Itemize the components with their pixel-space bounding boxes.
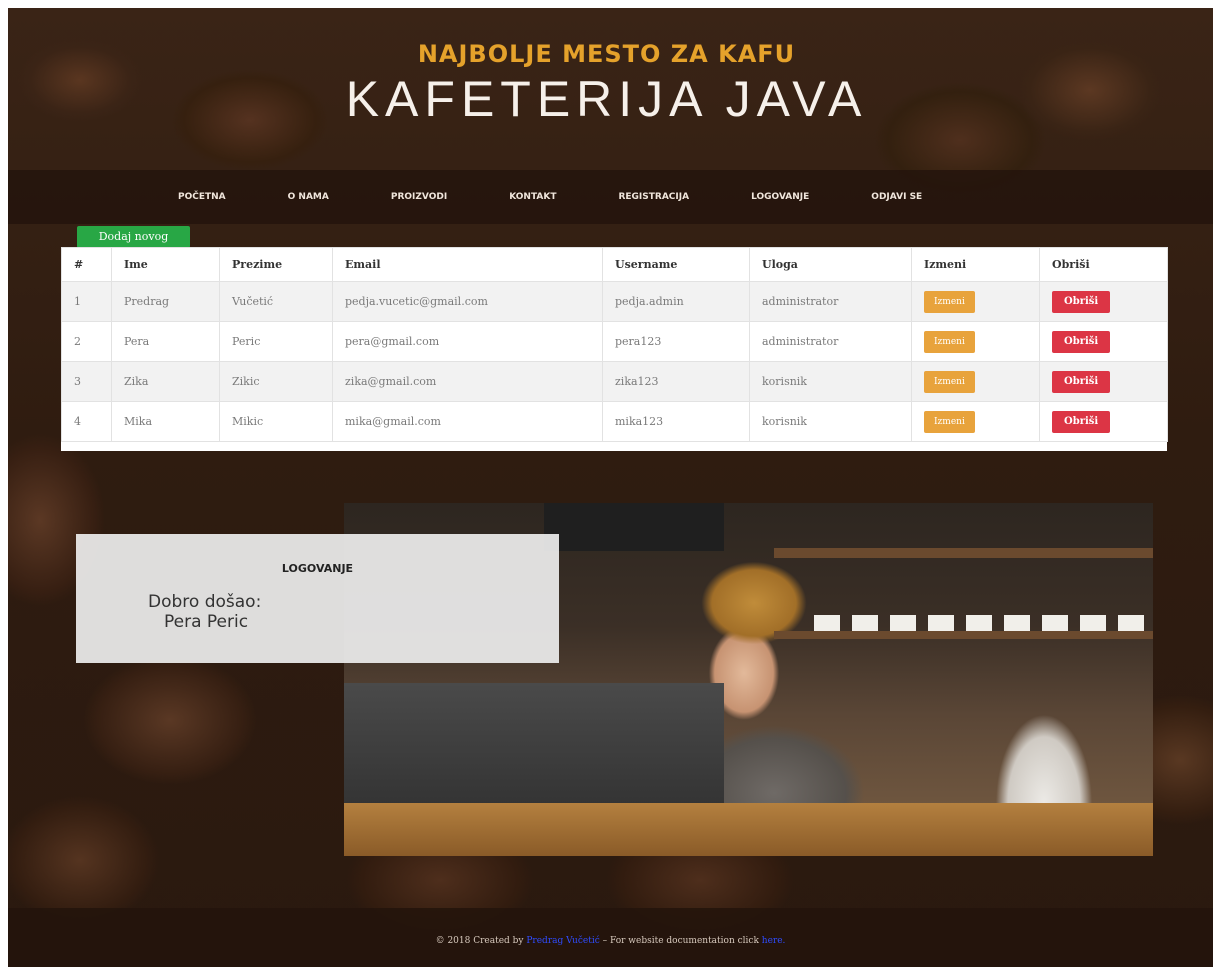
nav-item-kontakt[interactable]: Kontakt	[509, 192, 556, 202]
cell-last-name: Zikic	[219, 361, 333, 402]
cell-id: 2	[61, 321, 112, 362]
cell-last-name: Vučetić	[219, 281, 333, 322]
cell-edit: Izmeni	[911, 281, 1040, 322]
table-row: 3 Zika Zikic zika@gmail.com zika123 kori…	[61, 361, 1168, 402]
footer-doc-link[interactable]: here.	[762, 936, 786, 946]
footer-author-link[interactable]: Predrag Vučetić	[526, 936, 599, 946]
delete-button[interactable]: Obriši	[1052, 410, 1111, 433]
cell-first-name: Zika	[111, 361, 220, 402]
photo-counter	[344, 803, 1153, 856]
column-header-delete: Obriši	[1039, 247, 1168, 282]
cell-edit: Izmeni	[911, 401, 1040, 442]
cell-first-name: Mika	[111, 401, 220, 442]
nav-item-logovanje[interactable]: Logovanje	[751, 192, 809, 202]
cell-role: korisnik	[749, 401, 912, 442]
welcome-greeting: Dobro došao:	[148, 592, 262, 612]
cell-first-name: Pera	[111, 321, 220, 362]
cell-role: korisnik	[749, 361, 912, 402]
edit-button[interactable]: Izmeni	[924, 290, 975, 313]
cell-last-name: Mikic	[219, 401, 333, 442]
column-header-last-name: Prezime	[219, 247, 333, 282]
cell-first-name: Predrag	[111, 281, 220, 322]
column-header-email: Email	[332, 247, 603, 282]
cell-edit: Izmeni	[911, 321, 1040, 362]
nav-list: Početna O nama Proizvodi Kontakt Registr…	[178, 170, 984, 224]
cell-id: 4	[61, 401, 112, 442]
cell-username: pedja.admin	[602, 281, 750, 322]
column-header-edit: Izmeni	[911, 247, 1040, 282]
login-title: Logovanje	[281, 562, 354, 575]
table-row: 4 Mika Mikic mika@gmail.com mika123 kori…	[61, 401, 1168, 442]
cell-delete: Obriši	[1039, 401, 1168, 442]
login-card: Logovanje Dobro došao: Pera Peric	[76, 534, 559, 663]
footer-doc-text: – For website documentation click	[602, 936, 759, 946]
site-footer: © 2018 Created by Predrag Vučetić – For …	[8, 908, 1213, 967]
cell-email: zika@gmail.com	[332, 361, 603, 402]
site-heading: Najbolje mesto za kafu Kafeterija Java	[0, 40, 1213, 128]
column-header-number: #	[61, 247, 112, 282]
cell-id: 1	[61, 281, 112, 322]
delete-button[interactable]: Obriši	[1052, 370, 1111, 393]
delete-button[interactable]: Obriši	[1052, 290, 1111, 313]
nav-item-proizvodi[interactable]: Proizvodi	[391, 192, 447, 202]
cell-username: zika123	[602, 361, 750, 402]
table-row: 2 Pera Peric pera@gmail.com pera123 admi…	[61, 321, 1168, 362]
cell-username: mika123	[602, 401, 750, 442]
photo-shelf	[774, 548, 1153, 558]
edit-button[interactable]: Izmeni	[924, 410, 975, 433]
nav-item-o-nama[interactable]: O nama	[288, 192, 329, 202]
edit-button[interactable]: Izmeni	[924, 330, 975, 353]
cell-delete: Obriši	[1039, 281, 1168, 322]
photo-cups	[814, 615, 1144, 631]
photo-chalkboard	[544, 503, 724, 551]
page-frame-top	[0, 0, 1213, 8]
cell-delete: Obriši	[1039, 361, 1168, 402]
column-header-username: Username	[602, 247, 750, 282]
cell-email: pedja.vucetic@gmail.com	[332, 281, 603, 322]
photo-shelf	[774, 631, 1153, 639]
cell-edit: Izmeni	[911, 361, 1040, 402]
cell-id: 3	[61, 361, 112, 402]
page-frame-left	[0, 0, 8, 967]
edit-button[interactable]: Izmeni	[924, 370, 975, 393]
add-new-button[interactable]: Dodaj novog	[77, 226, 190, 248]
column-header-role: Uloga	[749, 247, 912, 282]
cell-username: pera123	[602, 321, 750, 362]
table-header-row: # Ime Prezime Email Username Uloga Izmen…	[61, 247, 1168, 282]
cell-last-name: Peric	[219, 321, 333, 362]
cell-email: pera@gmail.com	[332, 321, 603, 362]
site-tagline: Najbolje mesto za kafu	[417, 40, 796, 68]
users-table: # Ime Prezime Email Username Uloga Izmen…	[61, 247, 1168, 442]
nav-item-pocetna[interactable]: Početna	[178, 192, 226, 202]
cell-email: mika@gmail.com	[332, 401, 603, 442]
column-header-first-name: Ime	[111, 247, 220, 282]
delete-button[interactable]: Obriši	[1052, 330, 1111, 353]
cell-role: administrator	[749, 281, 912, 322]
cell-role: administrator	[749, 321, 912, 362]
footer-copyright: © 2018 Created by	[435, 936, 524, 946]
cell-delete: Obriši	[1039, 321, 1168, 362]
main-navbar: Početna O nama Proizvodi Kontakt Registr…	[8, 170, 1213, 224]
nav-item-odjavi-se[interactable]: Odjavi se	[871, 192, 922, 202]
nav-item-registracija[interactable]: Registracija	[618, 192, 689, 202]
logged-in-user-name: Pera Peric	[164, 612, 249, 632]
site-title: Kafeterija Java	[345, 71, 868, 127]
users-table-panel: # Ime Prezime Email Username Uloga Izmen…	[61, 247, 1168, 451]
table-row: 1 Predrag Vučetić pedja.vucetic@gmail.co…	[61, 281, 1168, 322]
